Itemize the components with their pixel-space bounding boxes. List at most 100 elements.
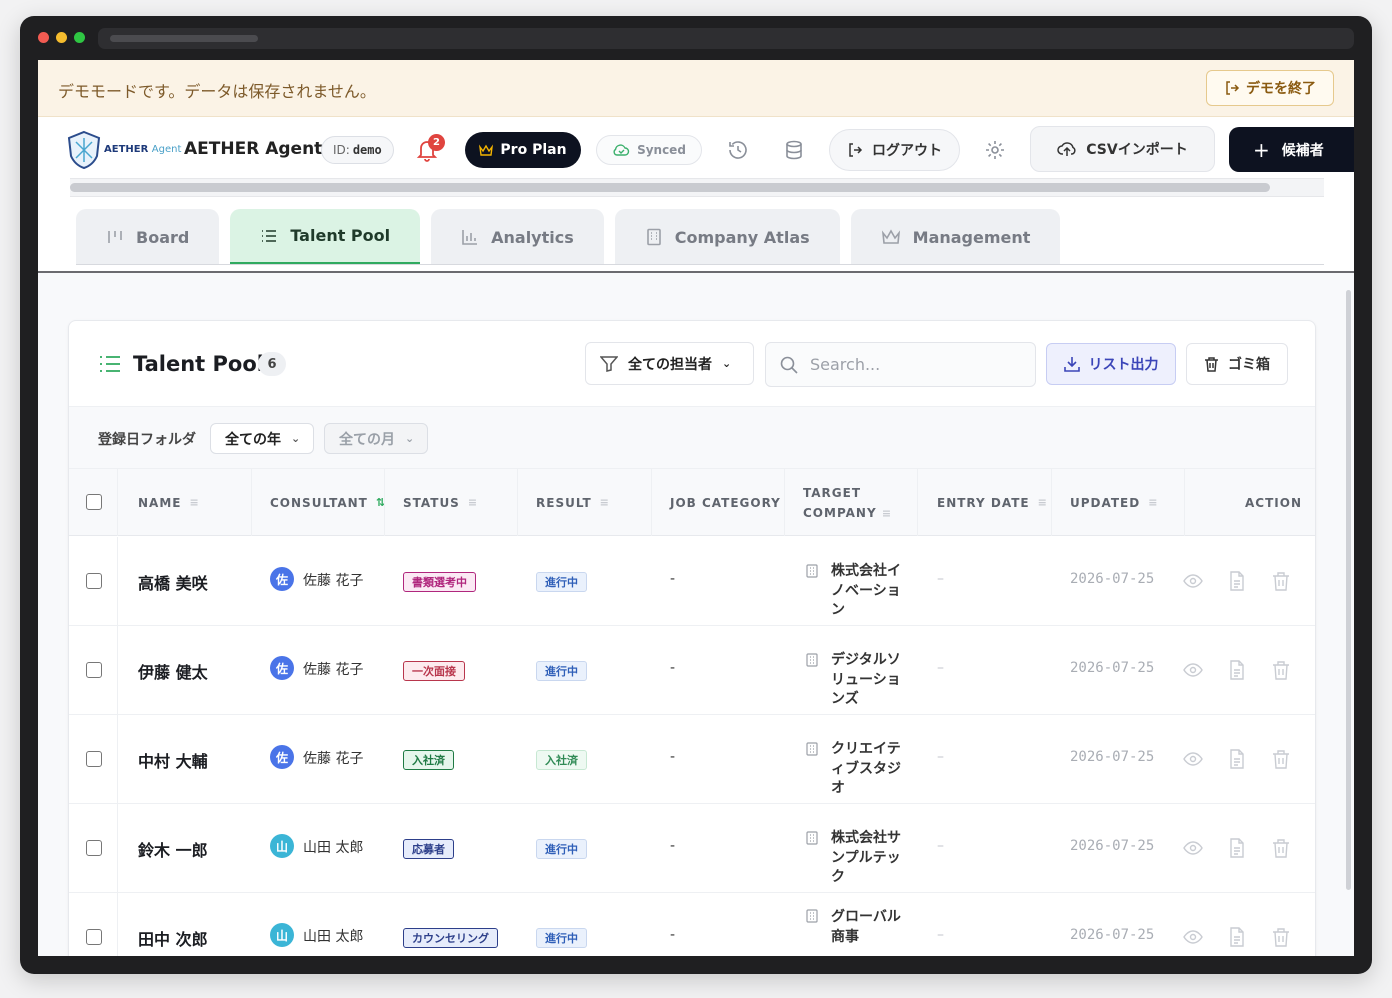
column-header-target-company[interactable]: TARGET COMPANY ≡ [803, 469, 892, 536]
history-icon[interactable] [727, 139, 749, 161]
document-icon[interactable] [1227, 660, 1247, 680]
year-select[interactable]: 全ての年 ⌄ [210, 423, 314, 454]
delete-trash-icon[interactable] [1271, 660, 1291, 680]
view-eye-icon[interactable] [1183, 838, 1203, 858]
column-header-name[interactable]: NAME ≡ [138, 469, 200, 536]
column-header-updated[interactable]: UPDATED ≡ [1070, 469, 1158, 536]
column-action-label: ACTION [1245, 495, 1302, 510]
row-checkbox[interactable] [86, 840, 102, 856]
plus-icon: + [1253, 137, 1270, 162]
main-tabs: Board Talent Pool Analytics Company Atla… [76, 209, 1061, 265]
column-divider [384, 469, 385, 536]
delete-trash-icon[interactable] [1271, 749, 1291, 769]
logout-button[interactable]: ログアウト [829, 129, 960, 171]
select-all-checkbox[interactable] [86, 494, 102, 510]
document-icon[interactable] [1227, 749, 1247, 769]
result-badge: 進行中 [536, 928, 587, 948]
consultant-name: 山田 太郎 [303, 840, 364, 856]
table-row[interactable]: 中村 大輔 佐佐藤 花子 入社済 入社済 - クリエイティブスタジオ – 2026-07-25 [69, 715, 1315, 804]
building-icon [806, 831, 818, 845]
column-name-label: NAME [138, 495, 182, 510]
tab-analytics[interactable]: Analytics [431, 209, 604, 265]
column-header-status[interactable]: STATUS ≡ [403, 469, 478, 536]
search-box[interactable] [765, 342, 1036, 387]
tab-management[interactable]: Management [850, 209, 1061, 265]
sync-status: Synced [596, 135, 702, 165]
document-icon[interactable] [1227, 838, 1247, 858]
document-icon[interactable] [1227, 571, 1247, 591]
target-company-name[interactable]: グローバル商事 [831, 908, 901, 947]
row-checkbox[interactable] [86, 662, 102, 678]
target-company-name[interactable]: クリエイティブスタジオ [831, 740, 901, 799]
view-eye-icon[interactable] [1183, 571, 1203, 591]
column-job-category-label: JOB CATEGORY [670, 495, 781, 510]
target-company-name[interactable]: 株式会社サンプルテック [831, 829, 901, 888]
address-bar[interactable] [98, 28, 1354, 49]
logo-main-text: AETHER [104, 144, 149, 155]
gear-icon[interactable] [984, 139, 1006, 161]
export-list-button[interactable]: リスト出力 [1046, 343, 1176, 385]
column-header-consultant[interactable]: CONSULTANT ⇅ [270, 469, 386, 536]
row-checkbox[interactable] [86, 573, 102, 589]
column-header-action: ACTION [1245, 469, 1302, 536]
candidate-name[interactable]: 鈴木 一郎 [138, 837, 208, 861]
crown-icon [479, 144, 494, 156]
table-row[interactable]: 鈴木 一郎 山山田 太郎 応募者 進行中 - 株式会社サンプルテック – 2026-07-25 [69, 804, 1315, 893]
view-eye-icon[interactable] [1183, 927, 1203, 947]
status-badge: 応募者 [403, 839, 454, 859]
search-input[interactable] [810, 355, 1010, 374]
row-checkbox[interactable] [86, 751, 102, 767]
column-header-entry-date[interactable]: ENTRY DATE ≡ [937, 469, 1048, 536]
table-row[interactable]: 高橋 美咲 佐佐藤 花子 書類選考中 進行中 - 株式会社イノベーション – 2026-07-… [69, 537, 1315, 626]
page-scrollbar[interactable] [1346, 290, 1351, 890]
row-checkbox[interactable] [86, 929, 102, 945]
month-select[interactable]: 全ての月 ⌄ [324, 423, 428, 454]
header-scrollbar[interactable] [70, 183, 1270, 192]
table-row[interactable]: 田中 次郎 山山田 太郎 カウンセリング 進行中 - グローバル商事 – 2026-07-25 [69, 893, 1315, 956]
delete-trash-icon[interactable] [1271, 927, 1291, 947]
sort-icon: ≡ [1037, 496, 1048, 509]
entry-date-value: – [937, 571, 944, 587]
result-badge: 進行中 [536, 839, 587, 859]
row-divider [117, 626, 118, 715]
column-target-company-label-line2: COMPANY [803, 505, 877, 520]
result-badge: 進行中 [536, 572, 587, 592]
close-window-button[interactable] [38, 32, 49, 43]
candidate-name[interactable]: 中村 大輔 [138, 748, 208, 772]
column-header-job-category[interactable]: JOB CATEGORY [670, 469, 781, 536]
delete-trash-icon[interactable] [1271, 571, 1291, 591]
tab-talent-pool-label: Talent Pool [290, 226, 391, 245]
maximize-window-button[interactable] [74, 32, 85, 43]
status-badge: 一次面接 [403, 661, 465, 681]
download-icon [1063, 357, 1080, 372]
document-icon[interactable] [1227, 927, 1247, 947]
assignee-filter-dropdown[interactable]: 全ての担当者 ⌄ [585, 342, 754, 385]
view-eye-icon[interactable] [1183, 749, 1203, 769]
target-company-name[interactable]: デジタルソリューションズ [831, 651, 901, 710]
exit-icon [1226, 81, 1240, 95]
trash-button[interactable]: ゴミ箱 [1186, 343, 1288, 385]
exit-demo-button[interactable]: デモを終了 [1206, 70, 1334, 106]
delete-trash-icon[interactable] [1271, 838, 1291, 858]
tab-talent-pool[interactable]: Talent Pool [230, 209, 421, 265]
add-candidate-button[interactable]: + 候補者 [1229, 127, 1354, 172]
pro-plan-button[interactable]: Pro Plan [465, 132, 581, 168]
view-eye-icon[interactable] [1183, 660, 1203, 680]
csv-import-button[interactable]: CSVインポート [1030, 126, 1215, 172]
minimize-window-button[interactable] [56, 32, 67, 43]
tab-company-atlas[interactable]: Company Atlas [614, 209, 840, 265]
database-icon[interactable] [783, 139, 805, 161]
candidate-name[interactable]: 田中 次郎 [138, 926, 208, 950]
candidate-name[interactable]: 伊藤 健太 [138, 659, 208, 683]
chevron-down-icon: ⌄ [405, 432, 415, 445]
session-id-pill: ID: demo [321, 136, 394, 164]
target-company-name[interactable]: 株式会社イノベーション [831, 562, 901, 621]
table-row[interactable]: 伊藤 健太 佐佐藤 花子 一次面接 進行中 - デジタルソリューションズ – 2026-07-… [69, 626, 1315, 715]
candidate-name[interactable]: 高橋 美咲 [138, 570, 208, 594]
updated-date: 2026-07-25 [1070, 660, 1155, 676]
column-target-company-label-line2-wrap: COMPANY ≡ [803, 506, 892, 520]
column-header-result[interactable]: RESULT ≡ [536, 469, 610, 536]
tab-board[interactable]: Board [76, 209, 220, 265]
row-divider [117, 715, 118, 804]
cloud-upload-icon [1057, 142, 1076, 156]
